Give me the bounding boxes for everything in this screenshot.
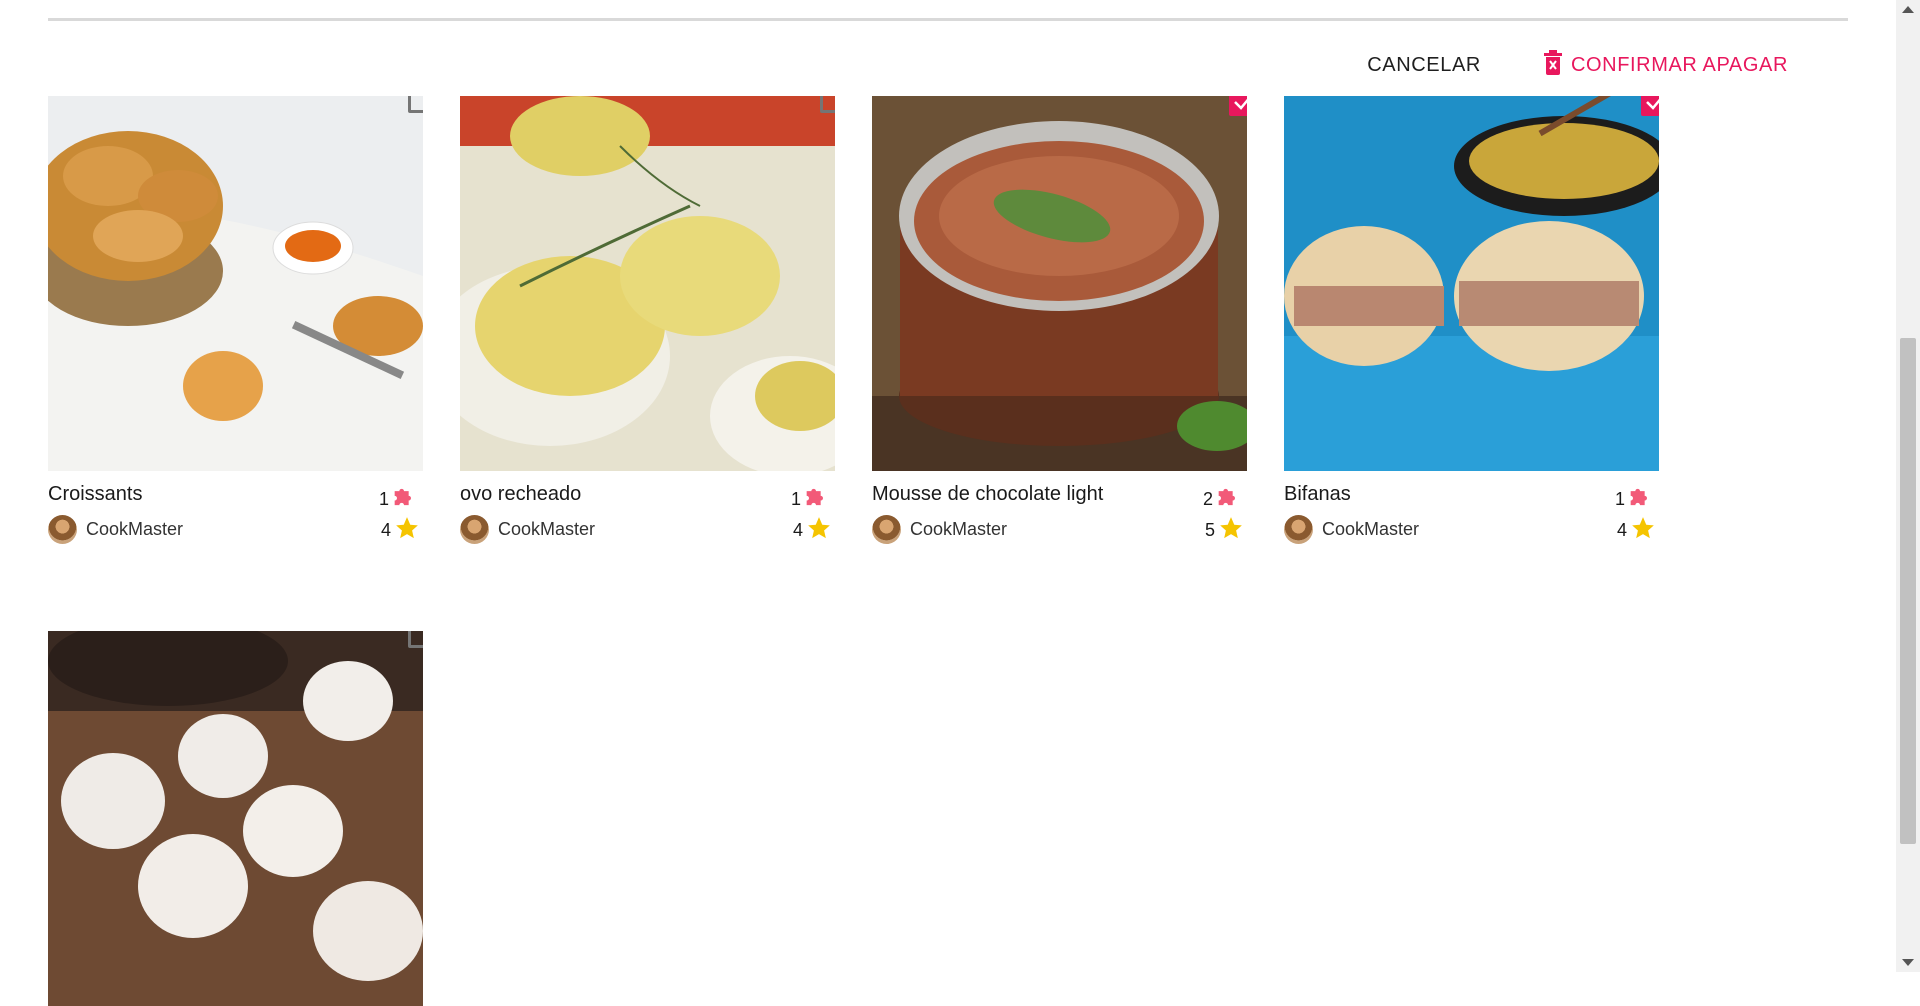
rating: 4 <box>1617 515 1656 546</box>
recipe-card[interactable]: Croissants 1 CookMaster 4 <box>48 96 423 544</box>
ingredients-count-value: 1 <box>378 489 389 509</box>
confirm-delete-label: CONFIRMAR APAGAR <box>1570 53 1788 76</box>
scroll-up-icon[interactable] <box>1902 6 1914 13</box>
author[interactable]: CookMaster <box>872 515 1007 544</box>
rating: 4 <box>793 515 832 546</box>
puzzle-icon <box>1626 483 1654 516</box>
rating: 4 <box>381 515 420 546</box>
recipe-title[interactable]: Bifanas <box>1284 483 1351 506</box>
star-icon <box>1218 515 1244 546</box>
star-icon <box>1630 515 1656 546</box>
author-name: CookMaster <box>910 519 1008 539</box>
rating: 5 <box>1205 515 1244 546</box>
cancel-button[interactable]: CANCELAR <box>1367 54 1481 77</box>
deviled-eggs-image <box>460 96 835 471</box>
rating-value: 4 <box>792 520 803 540</box>
ingredients-count: 1 <box>1615 483 1654 516</box>
ingredients-count: 1 <box>791 483 830 516</box>
scrollbar[interactable] <box>1896 0 1920 972</box>
select-checkbox[interactable] <box>1229 96 1247 116</box>
avatar <box>872 515 901 544</box>
delete-actions: CANCELAR CONFIRMAR APAGAR <box>1367 48 1788 82</box>
scroll-down-icon[interactable] <box>1902 959 1914 966</box>
ingredients-count-value: 2 <box>1202 489 1213 509</box>
croissants-image <box>48 96 423 471</box>
author-name: CookMaster <box>86 519 184 539</box>
ingredients-count: 1 <box>379 483 418 516</box>
select-checkbox[interactable] <box>408 631 423 648</box>
avatar <box>1284 515 1313 544</box>
ingredients-count: 2 <box>1203 483 1242 516</box>
author[interactable]: CookMaster <box>48 515 183 544</box>
author-name: CookMaster <box>498 519 596 539</box>
avatar <box>460 515 489 544</box>
puzzle-icon <box>1214 483 1242 516</box>
recipe-title[interactable]: ovo recheado <box>460 483 581 506</box>
meringues-image <box>48 631 423 1006</box>
puzzle-icon <box>802 483 830 516</box>
avatar <box>48 515 77 544</box>
select-checkbox[interactable] <box>408 96 423 113</box>
recipe-card[interactable]: ovo recheado 1 CookMaster 4 <box>460 96 835 544</box>
recipe-title[interactable]: Croissants <box>48 483 142 506</box>
star-icon <box>394 515 420 546</box>
recipe-image[interactable] <box>872 96 1247 471</box>
rating-value: 4 <box>1616 520 1627 540</box>
top-divider <box>48 18 1848 21</box>
scroll-thumb[interactable] <box>1900 338 1916 844</box>
recipe-grid: Croissants 1 CookMaster 4 ovo recheado 1… <box>48 96 1659 1006</box>
recipe-title[interactable]: Mousse de chocolate light <box>872 483 1103 506</box>
author[interactable]: CookMaster <box>460 515 595 544</box>
author-name: CookMaster <box>1322 519 1420 539</box>
chocolate-mousse-image <box>872 96 1247 471</box>
author[interactable]: CookMaster <box>1284 515 1419 544</box>
recipe-image[interactable] <box>1284 96 1659 471</box>
star-icon <box>806 515 832 546</box>
bifanas-image <box>1284 96 1659 471</box>
recipe-image[interactable] <box>48 631 423 1006</box>
ingredients-count-value: 1 <box>1614 489 1625 509</box>
recipe-card[interactable]: Bifanas 1 CookMaster 4 <box>1284 96 1659 544</box>
recipe-card[interactable] <box>48 631 423 1006</box>
rating-value: 4 <box>380 520 391 540</box>
recipe-image[interactable] <box>460 96 835 471</box>
recipe-image[interactable] <box>48 96 423 471</box>
ingredients-count-value: 1 <box>790 489 801 509</box>
rating-value: 5 <box>1204 520 1215 540</box>
recipe-card[interactable]: Mousse de chocolate light 2 CookMaster 5 <box>872 96 1247 544</box>
puzzle-icon <box>390 483 418 516</box>
select-checkbox[interactable] <box>820 96 835 113</box>
delete-icon <box>1541 48 1565 82</box>
confirm-delete-button[interactable]: CONFIRMAR APAGAR <box>1541 48 1788 82</box>
select-checkbox[interactable] <box>1641 96 1659 116</box>
